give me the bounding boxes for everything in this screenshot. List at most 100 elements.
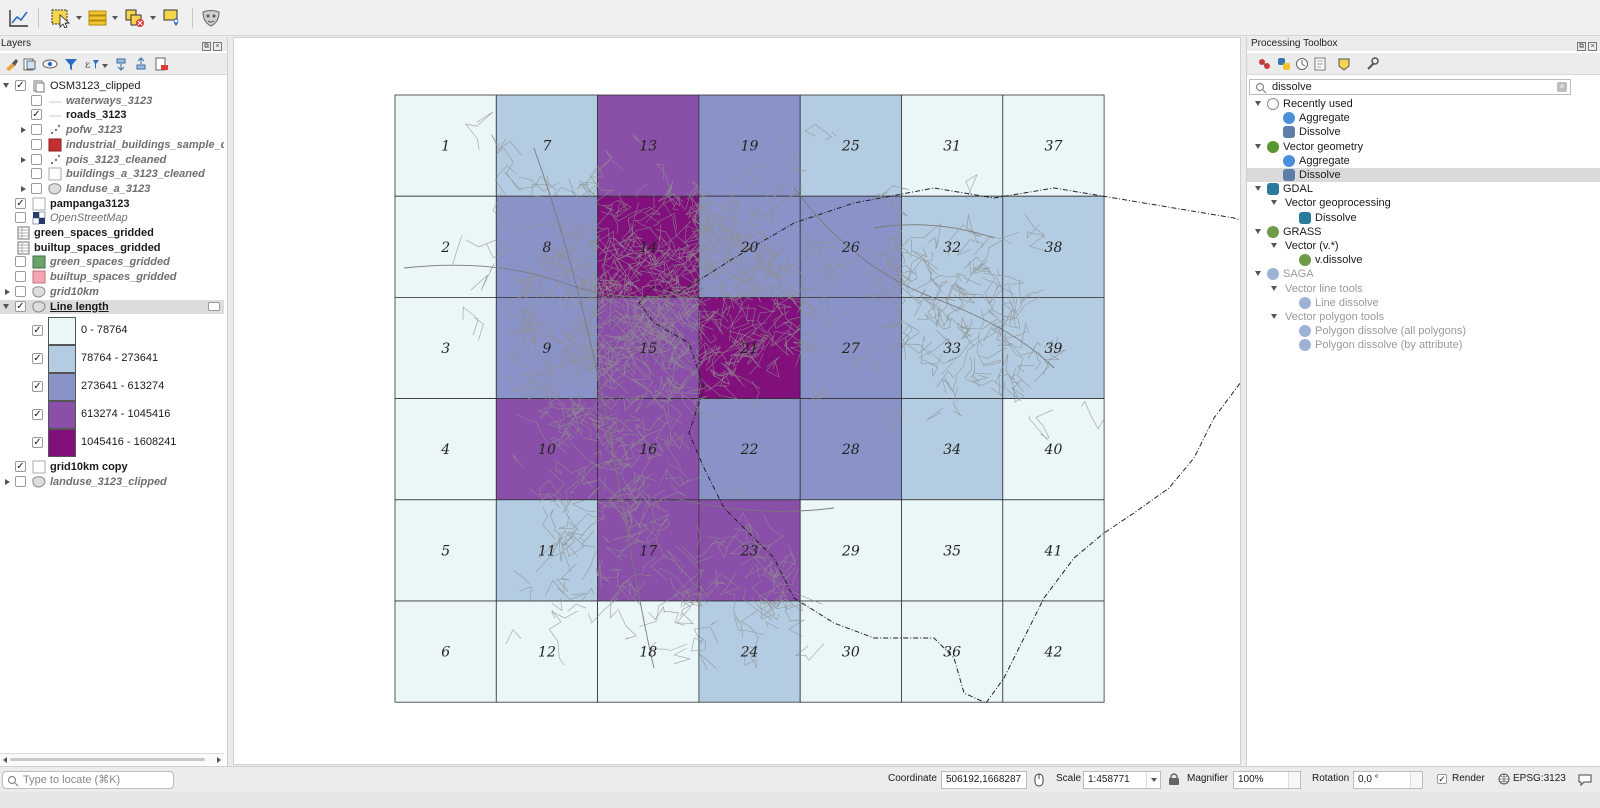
expand-open-icon[interactable] bbox=[1255, 101, 1261, 106]
filter-expression-icon[interactable]: ε bbox=[84, 57, 100, 71]
visibility-eye-icon[interactable] bbox=[42, 57, 58, 71]
attribute-table-icon[interactable] bbox=[88, 8, 108, 28]
layer-visibility-checkbox[interactable] bbox=[15, 212, 26, 224]
scroll-right-arrow-icon[interactable] bbox=[217, 757, 221, 763]
layer-row[interactable]: OpenStreetMap bbox=[0, 211, 224, 225]
provider-group[interactable]: Vector geoprocessing bbox=[1247, 196, 1600, 210]
layer-visibility-checkbox[interactable]: ✓ bbox=[15, 80, 26, 91]
algorithm-item[interactable]: Polygon dissolve (all polygons) bbox=[1247, 324, 1600, 338]
layer-row[interactable]: builtup_spaces_gridded bbox=[0, 241, 224, 255]
expand-open-icon[interactable] bbox=[1255, 186, 1261, 192]
plugin-mask-icon[interactable] bbox=[200, 8, 222, 28]
algorithm-item[interactable]: Polygon dissolve (by attribute) bbox=[1247, 338, 1600, 352]
toolbox-search-input[interactable]: dissolve × bbox=[1249, 79, 1571, 95]
layer-row[interactable]: pofw_3123 bbox=[0, 123, 224, 137]
layer-visibility-checkbox[interactable]: ✓ bbox=[31, 109, 42, 121]
rotation-spinbox[interactable]: 0,0 ° bbox=[1353, 771, 1423, 789]
layer-visibility-checkbox[interactable] bbox=[15, 285, 26, 297]
scroll-left-arrow-icon[interactable] bbox=[3, 757, 7, 763]
expand-open-icon[interactable] bbox=[1271, 285, 1277, 291]
layer-visibility-checkbox[interactable] bbox=[31, 153, 42, 165]
layers-horizontal-scrollbar[interactable] bbox=[0, 753, 224, 765]
layer-row[interactable]: ✓ OSM3123_clipped bbox=[0, 79, 224, 93]
scale-dropdown[interactable] bbox=[1146, 772, 1160, 788]
algorithm-item[interactable]: Dissolve bbox=[1247, 125, 1600, 139]
legend-class-row[interactable]: ✓ 1045416 - 1608241 bbox=[0, 429, 224, 458]
measure-graph-icon[interactable] bbox=[8, 8, 30, 28]
map-canvas[interactable]: 1 7 13 19 25 31 37 2 8 14 20 26 32 38 3 9 15 21 27 33 39 4 10 1… bbox=[233, 37, 1241, 765]
lock-scale-icon[interactable] bbox=[1168, 772, 1180, 786]
provider-group[interactable]: GRASS bbox=[1247, 225, 1600, 239]
coordinate-toggle-mouse-icon[interactable] bbox=[1032, 772, 1046, 788]
expand-closed-icon[interactable] bbox=[21, 156, 26, 163]
legend-class-row[interactable]: ✓ 613274 - 1045416 bbox=[0, 401, 224, 430]
expand-closed-icon[interactable] bbox=[5, 288, 10, 295]
layer-visibility-checkbox[interactable]: ✓ bbox=[15, 461, 26, 473]
history-icon[interactable] bbox=[1295, 57, 1309, 71]
legend-class-row[interactable]: ✓ 0 - 78764 bbox=[0, 317, 224, 346]
provider-group[interactable]: GDAL bbox=[1247, 182, 1600, 196]
render-checkbox[interactable]: ✓ bbox=[1437, 774, 1447, 784]
layer-row[interactable]: ✓ pampanga3123 bbox=[0, 197, 224, 211]
spin-buttons[interactable] bbox=[1288, 772, 1300, 788]
add-group-icon[interactable] bbox=[22, 57, 36, 71]
edit-features-in-place-icon[interactable] bbox=[1337, 57, 1351, 71]
style-brush-icon[interactable] bbox=[4, 57, 18, 71]
layer-row[interactable]: ✓ roads_3123 bbox=[0, 108, 224, 122]
layer-visibility-checkbox[interactable] bbox=[31, 138, 42, 150]
close-panel-icon[interactable]: × bbox=[213, 42, 222, 51]
layer-row[interactable]: ✓ grid10km copy bbox=[0, 460, 224, 474]
algorithm-item[interactable]: Dissolve bbox=[1247, 168, 1600, 182]
layer-row[interactable]: industrial_buildings_sample_c bbox=[0, 138, 224, 152]
layer-visibility-checkbox[interactable] bbox=[31, 94, 42, 106]
expand-open-icon[interactable] bbox=[1271, 314, 1277, 319]
legend-class-row[interactable]: ✓ 273641 - 613274 bbox=[0, 373, 224, 402]
close-panel-icon[interactable]: × bbox=[1588, 42, 1597, 51]
algorithm-item[interactable]: Line dissolve bbox=[1247, 296, 1600, 310]
spin-buttons[interactable] bbox=[1410, 772, 1422, 788]
crs-label[interactable]: EPSG:3123 bbox=[1513, 773, 1566, 784]
expand-closed-icon[interactable] bbox=[21, 185, 26, 192]
collapse-all-icon[interactable] bbox=[134, 57, 148, 71]
layer-row[interactable]: grid10km bbox=[0, 285, 224, 299]
remove-layer-icon[interactable] bbox=[154, 57, 168, 71]
algorithm-item[interactable]: Aggregate bbox=[1247, 154, 1600, 168]
layer-visibility-checkbox[interactable] bbox=[31, 182, 42, 194]
layer-row[interactable]: ✓ Line length bbox=[0, 299, 224, 314]
messages-icon[interactable] bbox=[1578, 773, 1592, 786]
deselect-dropdown-arrow[interactable] bbox=[150, 16, 156, 20]
layer-row[interactable]: landuse_a_3123 bbox=[0, 182, 224, 196]
expand-open-icon[interactable] bbox=[1255, 143, 1261, 149]
expand-closed-icon[interactable] bbox=[5, 478, 10, 485]
layer-visibility-checkbox[interactable] bbox=[15, 271, 26, 283]
expand-open-icon[interactable] bbox=[3, 83, 9, 88]
provider-group[interactable]: Vector (v.*) bbox=[1247, 239, 1600, 253]
identify-icon[interactable] bbox=[162, 8, 184, 28]
layer-visibility-checkbox[interactable] bbox=[15, 475, 26, 487]
provider-group[interactable]: SAGA bbox=[1247, 267, 1600, 281]
expand-open-icon[interactable] bbox=[1271, 200, 1277, 206]
select-dropdown-arrow[interactable] bbox=[76, 16, 82, 20]
legend-class-row[interactable]: ✓ 78764 - 273641 bbox=[0, 345, 224, 374]
layer-row[interactable]: green_spaces_gridded bbox=[0, 226, 224, 240]
map-svg[interactable]: 1 7 13 19 25 31 372 8 14 20 26 32 383 9 15 21 27 33 394 10 1… bbox=[234, 38, 1240, 764]
models-icon[interactable] bbox=[1257, 57, 1271, 71]
coordinate-field[interactable]: 506192,1668287 bbox=[941, 771, 1027, 789]
clear-search-icon[interactable]: × bbox=[1557, 82, 1567, 92]
legend-class-checkbox[interactable]: ✓ bbox=[32, 409, 43, 421]
layer-visibility-checkbox[interactable] bbox=[31, 124, 42, 136]
provider-group[interactable]: Vector polygon tools bbox=[1247, 310, 1600, 324]
layer-row[interactable]: buildings_a_3123_cleaned bbox=[0, 167, 224, 181]
layer-visibility-checkbox[interactable]: ✓ bbox=[15, 300, 26, 312]
expand-open-icon[interactable] bbox=[1255, 228, 1261, 234]
float-panel-icon[interactable]: ⧉ bbox=[202, 42, 211, 51]
expand-closed-icon[interactable] bbox=[21, 127, 26, 134]
legend-class-checkbox[interactable]: ✓ bbox=[32, 325, 43, 337]
float-panel-icon[interactable]: ⧉ bbox=[1577, 42, 1586, 51]
expand-open-icon[interactable] bbox=[1255, 271, 1261, 277]
deselect-icon[interactable] bbox=[124, 8, 146, 28]
crs-globe-icon[interactable] bbox=[1498, 773, 1510, 785]
legend-class-checkbox[interactable]: ✓ bbox=[32, 437, 43, 449]
layer-visibility-checkbox[interactable]: ✓ bbox=[15, 197, 26, 209]
results-viewer-icon[interactable] bbox=[1313, 57, 1327, 71]
